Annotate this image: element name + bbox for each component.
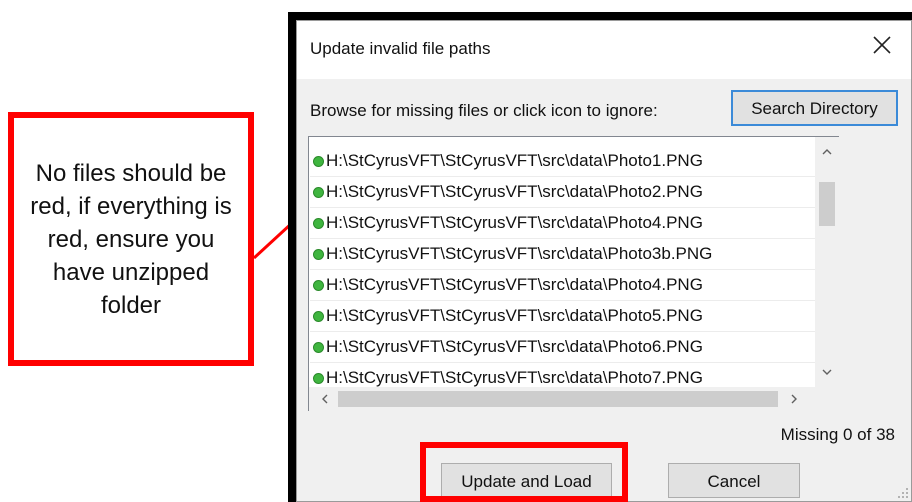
search-directory-button[interactable]: Search Directory [731, 90, 898, 126]
browse-label: Browse for missing files or click icon t… [310, 101, 658, 120]
vertical-scrollbar[interactable] [815, 137, 839, 387]
file-rows: H:\StCyrusVFT\StCyrusVFT\src\data\Photo1… [310, 146, 815, 394]
resize-grip-icon[interactable] [895, 485, 909, 499]
vertical-scroll-thumb[interactable] [819, 182, 835, 226]
status-dot-icon[interactable] [313, 217, 324, 229]
list-item[interactable]: H:\StCyrusVFT\StCyrusVFT\src\data\Photo2… [310, 177, 815, 208]
status-dot-icon[interactable] [313, 372, 324, 384]
missing-count: Missing 0 of 38 [780, 425, 895, 444]
file-path: H:\StCyrusVFT\StCyrusVFT\src\data\Photo4… [326, 275, 703, 294]
chevron-right-icon[interactable] [788, 393, 800, 405]
file-path: H:\StCyrusVFT\StCyrusVFT\src\data\Photo2… [326, 182, 703, 201]
status-dot-icon[interactable] [313, 186, 324, 198]
status-dot-icon[interactable] [313, 279, 324, 291]
dialog-body: Update invalid file paths Browse for mis… [296, 20, 912, 502]
callout-text: No files should be red, if everything is… [30, 159, 232, 319]
file-path: H:\StCyrusVFT\StCyrusVFT\src\data\Photo3… [326, 244, 713, 263]
chevron-down-icon[interactable] [821, 366, 833, 378]
annotation-callout: No files should be red, if everything is… [8, 112, 254, 366]
list-item[interactable]: H:\StCyrusVFT\StCyrusVFT\src\data\Photo3… [310, 239, 815, 270]
dialog-titlebar: Update invalid file paths [297, 21, 911, 79]
file-path: H:\StCyrusVFT\StCyrusVFT\src\data\Photo6… [326, 337, 703, 356]
file-path: H:\StCyrusVFT\StCyrusVFT\src\data\Photo4… [326, 213, 703, 232]
update-button-highlight [420, 442, 628, 502]
dialog-title: Update invalid file paths [310, 39, 491, 58]
horizontal-scroll-thumb[interactable] [338, 391, 778, 407]
list-item[interactable]: H:\StCyrusVFT\StCyrusVFT\src\data\Photo4… [310, 270, 815, 301]
chevron-up-icon[interactable] [821, 146, 833, 158]
list-item[interactable]: H:\StCyrusVFT\StCyrusVFT\src\data\Photo6… [310, 332, 815, 363]
update-paths-dialog: Update invalid file paths Browse for mis… [288, 12, 912, 502]
status-dot-icon[interactable] [313, 310, 324, 322]
horizontal-scrollbar[interactable] [309, 387, 839, 411]
chevron-left-icon[interactable] [319, 393, 331, 405]
file-path: H:\StCyrusVFT\StCyrusVFT\src\data\Photo1… [326, 151, 703, 170]
status-dot-icon[interactable] [313, 155, 324, 167]
file-list[interactable]: H:\StCyrusVFT\StCyrusVFT\src\data\Photo1… [308, 136, 839, 411]
file-path: H:\StCyrusVFT\StCyrusVFT\src\data\Photo5… [326, 306, 703, 325]
list-item[interactable]: H:\StCyrusVFT\StCyrusVFT\src\data\Photo4… [310, 208, 815, 239]
status-dot-icon[interactable] [313, 248, 324, 260]
list-item[interactable]: H:\StCyrusVFT\StCyrusVFT\src\data\Photo1… [310, 146, 815, 177]
status-dot-icon[interactable] [313, 341, 324, 353]
scrollbar-corner [815, 387, 839, 411]
cancel-button[interactable]: Cancel [668, 463, 800, 498]
close-icon[interactable] [871, 34, 893, 56]
file-path: H:\StCyrusVFT\StCyrusVFT\src\data\Photo7… [326, 368, 703, 387]
list-item[interactable]: H:\StCyrusVFT\StCyrusVFT\src\data\Photo5… [310, 301, 815, 332]
